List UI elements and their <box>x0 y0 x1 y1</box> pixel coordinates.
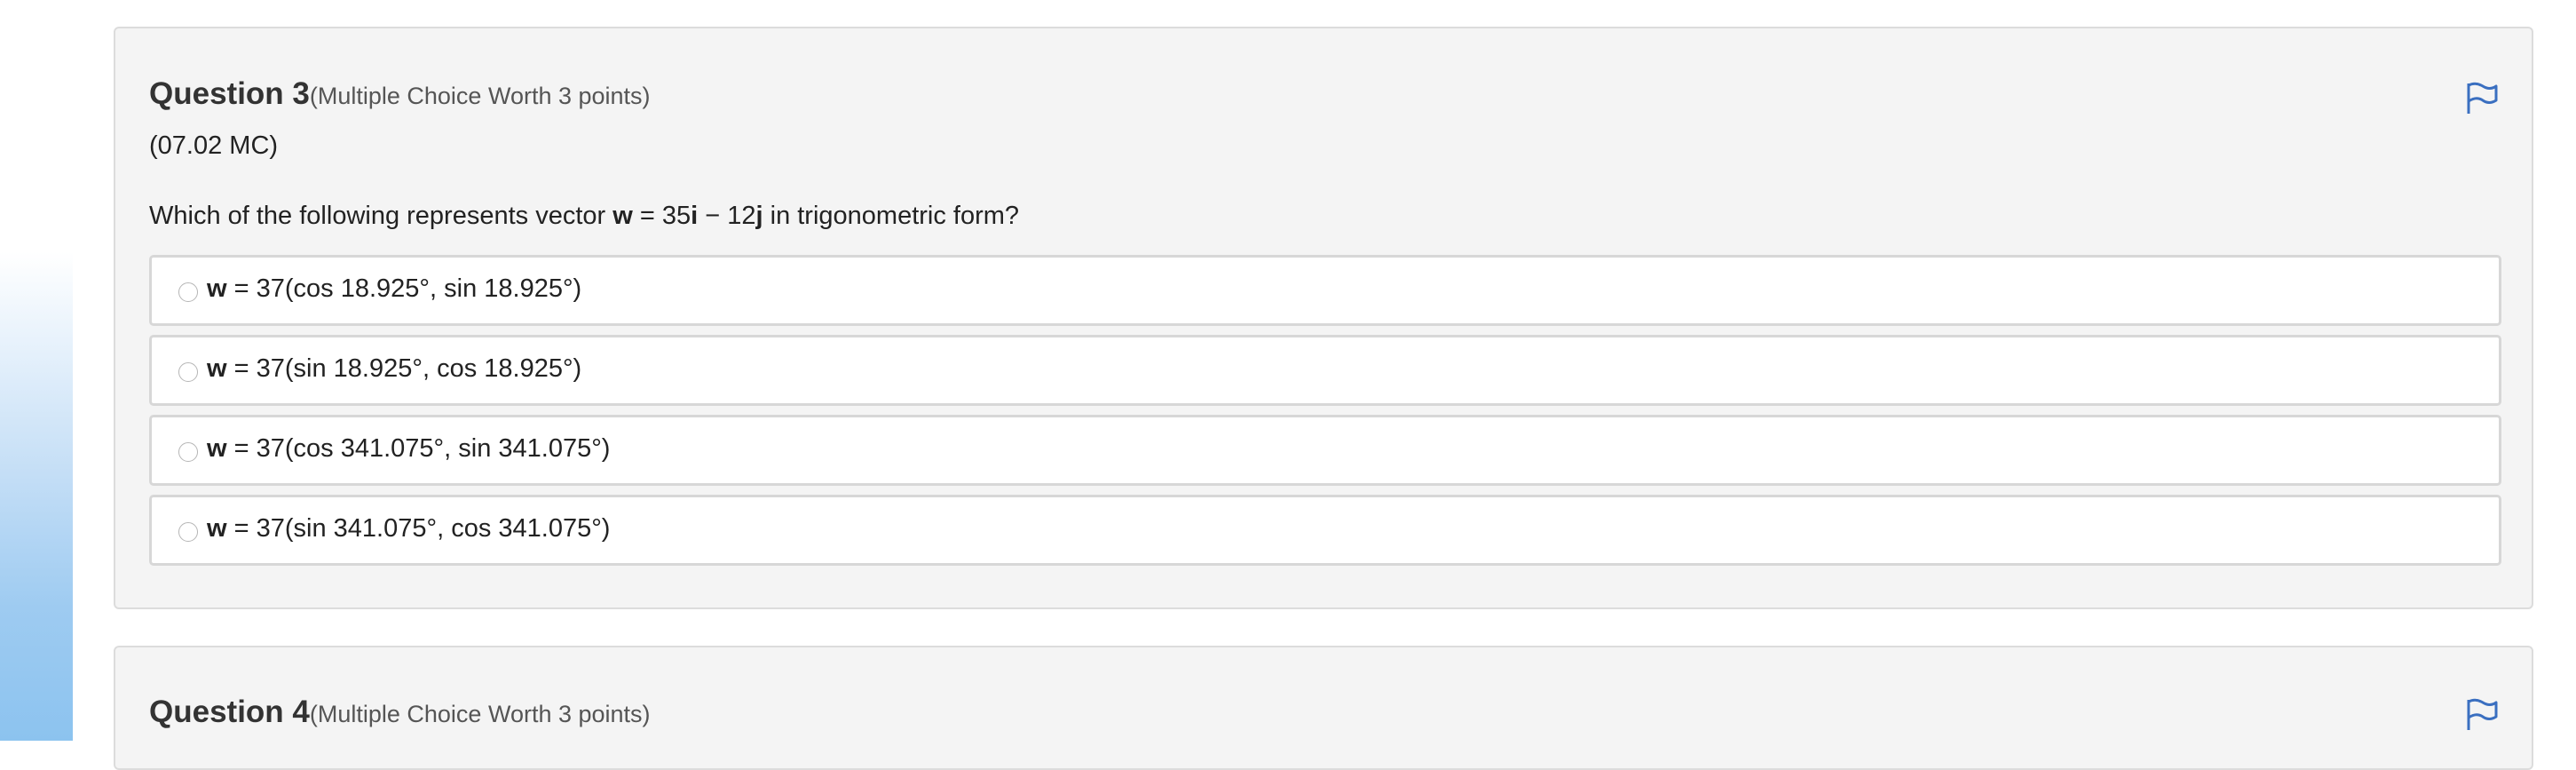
question-header: Question 4(Multiple Choice Worth 3 point… <box>149 695 651 730</box>
option-var: w <box>207 274 227 303</box>
question-code: (07.02 MC) <box>149 131 279 160</box>
answer-option[interactable]: w = 37(sin 18.925°, cos 18.925°) <box>149 335 2501 406</box>
question-points: (Multiple Choice Worth 3 points) <box>309 701 651 727</box>
prompt-suffix: in trigonometric form? <box>763 202 1020 230</box>
flag-icon[interactable] <box>2464 696 2500 732</box>
question-points: (Multiple Choice Worth 3 points) <box>309 83 651 109</box>
prompt-i: i <box>691 202 699 230</box>
option-label: w = 37(sin 341.075°, cos 341.075°) <box>207 514 610 544</box>
option-label: w = 37(cos 18.925°, sin 18.925°) <box>207 274 581 304</box>
option-label: w = 37(sin 18.925°, cos 18.925°) <box>207 354 581 384</box>
option-expression: = 37(cos 18.925°, sin 18.925°) <box>226 274 582 303</box>
option-expression: = 37(sin 341.075°, cos 341.075°) <box>226 514 611 543</box>
flag-icon[interactable] <box>2464 80 2500 115</box>
prompt-minus: − 12 <box>698 202 756 230</box>
answer-option[interactable]: w = 37(sin 341.075°, cos 341.075°) <box>149 495 2501 566</box>
prompt-equals: = 35 <box>632 202 691 230</box>
option-expression: = 37(cos 341.075°, sin 341.075°) <box>226 434 611 463</box>
question-title: Question 3 <box>149 76 310 111</box>
radio-button[interactable] <box>178 442 198 462</box>
question-card-4: Question 4(Multiple Choice Worth 3 point… <box>114 646 2533 770</box>
option-var: w <box>207 434 227 463</box>
radio-button[interactable] <box>178 522 198 542</box>
radio-button[interactable] <box>178 362 198 382</box>
answer-option[interactable]: w = 37(cos 341.075°, sin 341.075°) <box>149 415 2501 486</box>
option-var: w <box>207 354 227 383</box>
question-title: Question 4 <box>149 695 310 729</box>
prompt-vector: w <box>612 202 633 230</box>
option-expression: = 37(sin 18.925°, cos 18.925°) <box>226 354 582 383</box>
option-label: w = 37(cos 341.075°, sin 341.075°) <box>207 434 610 464</box>
left-background-gradient <box>0 0 73 741</box>
answer-option[interactable]: w = 37(cos 18.925°, sin 18.925°) <box>149 255 2501 326</box>
radio-button[interactable] <box>178 282 198 302</box>
answer-options: w = 37(cos 18.925°, sin 18.925°) w = 37(… <box>149 255 2501 575</box>
question-card-3: Question 3(Multiple Choice Worth 3 point… <box>114 27 2533 609</box>
option-var: w <box>207 514 227 543</box>
prompt-j: j <box>755 202 763 230</box>
question-header: Question 3(Multiple Choice Worth 3 point… <box>149 76 651 112</box>
question-prompt: Which of the following represents vector… <box>149 202 1019 231</box>
prompt-prefix: Which of the following represents vector <box>149 202 613 230</box>
